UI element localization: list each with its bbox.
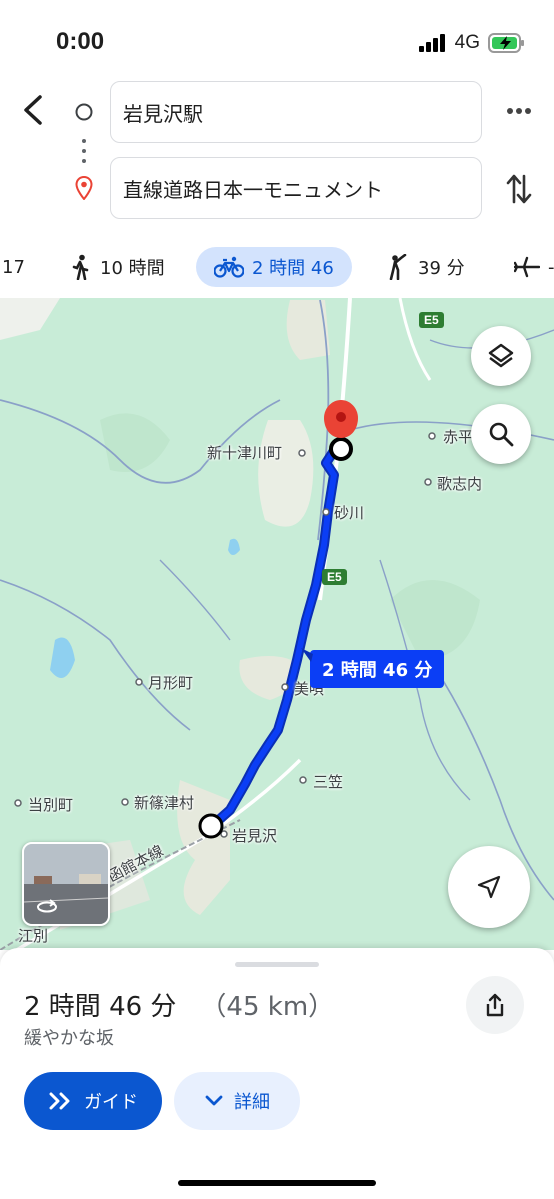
- layers-icon: [488, 343, 514, 368]
- mode-label: 2 時間 46: [252, 258, 334, 279]
- map-label: 岩見沢: [232, 827, 278, 845]
- walk-icon: [72, 254, 89, 280]
- route-duration-callout[interactable]: 2 時間 46 分: [301, 648, 445, 688]
- route-summary-sheet: 2 時間 46 分 （45 km） 緩やかな坂 ガイド 詳細: [0, 948, 554, 1199]
- map-label: 三笠: [313, 773, 344, 791]
- map-view[interactable]: E5 E5 新十津川町 赤平 歌志内 砂川 月形町 美唄 三笠 当別町 新篠津村…: [0, 298, 554, 950]
- mode-label: 39 分: [418, 258, 465, 279]
- share-button[interactable]: [466, 976, 524, 1034]
- signal-icon: [418, 34, 445, 52]
- route-note: 緩やかな坂: [24, 1028, 114, 1049]
- plane-icon: [514, 256, 540, 278]
- highway-shield: E5: [322, 569, 347, 585]
- details-button-label: 詳細: [234, 1092, 270, 1113]
- mode-label: 10 時間: [100, 258, 165, 279]
- layers-button[interactable]: [471, 326, 531, 386]
- tab-flight[interactable]: -: [514, 247, 554, 287]
- mode-label: -: [548, 256, 554, 278]
- tab-drive[interactable]: 17: [2, 247, 25, 287]
- home-indicator: [178, 1180, 376, 1186]
- tab-rideshare[interactable]: 39 分: [386, 247, 465, 287]
- more-options-icon[interactable]: [506, 104, 532, 118]
- highway-shield: E5: [419, 312, 444, 328]
- route-distance: （45 km）: [200, 992, 335, 1022]
- map-label: 月形町: [148, 674, 194, 692]
- guide-button[interactable]: ガイド: [24, 1072, 162, 1130]
- tab-bicycle[interactable]: 2 時間 46: [196, 247, 352, 287]
- drag-handle[interactable]: [235, 962, 319, 967]
- share-icon: [486, 993, 504, 1017]
- search-icon: [489, 422, 514, 447]
- map-label: 新十津川町: [207, 444, 283, 462]
- route-duration: 2 時間 46 分: [24, 992, 177, 1022]
- destination-pin-icon: [75, 176, 93, 200]
- travel-mode-tabs: 17 10 時間 2 時間 46 39 分 -: [0, 240, 554, 294]
- route-dots-icon: [82, 139, 86, 163]
- street-view-thumbnail[interactable]: [22, 842, 110, 926]
- mode-label: 17: [2, 256, 25, 278]
- map-label: 当別町: [28, 796, 74, 814]
- origin-input[interactable]: 岩見沢駅: [110, 81, 482, 143]
- origin-circle-icon: [75, 103, 93, 121]
- rotate-360-icon: [37, 899, 57, 913]
- status-time: 0:00: [56, 28, 105, 55]
- route-duration-label: 2 時間 46 分: [310, 650, 445, 688]
- swap-icon[interactable]: [506, 172, 532, 206]
- map-label: 歌志内: [437, 475, 483, 493]
- rideshare-icon: [389, 254, 407, 280]
- bicycle-icon: [214, 256, 244, 278]
- network-type: 4G: [454, 32, 480, 53]
- destination-input[interactable]: 直線道路日本一モニュメント: [110, 157, 482, 219]
- details-button[interactable]: 詳細: [174, 1072, 300, 1130]
- recenter-button[interactable]: [448, 846, 530, 928]
- navigation-arrow-icon: [477, 875, 501, 899]
- double-chevron-right-icon: [49, 1092, 70, 1110]
- map-label: 砂川: [334, 504, 365, 522]
- back-arrow-icon[interactable]: [20, 94, 48, 126]
- search-along-route-button[interactable]: [471, 404, 531, 464]
- battery-charging-icon: [488, 33, 524, 53]
- chevron-down-icon: [205, 1095, 223, 1106]
- tab-walk[interactable]: 10 時間: [70, 247, 165, 287]
- map-label: 新篠津村: [134, 794, 195, 812]
- guide-button-label: ガイド: [84, 1092, 138, 1113]
- map-label: 江別: [18, 927, 49, 945]
- map-label: 赤平: [443, 428, 474, 446]
- callout-pointer: [301, 648, 313, 662]
- status-indicators: 4G: [418, 32, 526, 54]
